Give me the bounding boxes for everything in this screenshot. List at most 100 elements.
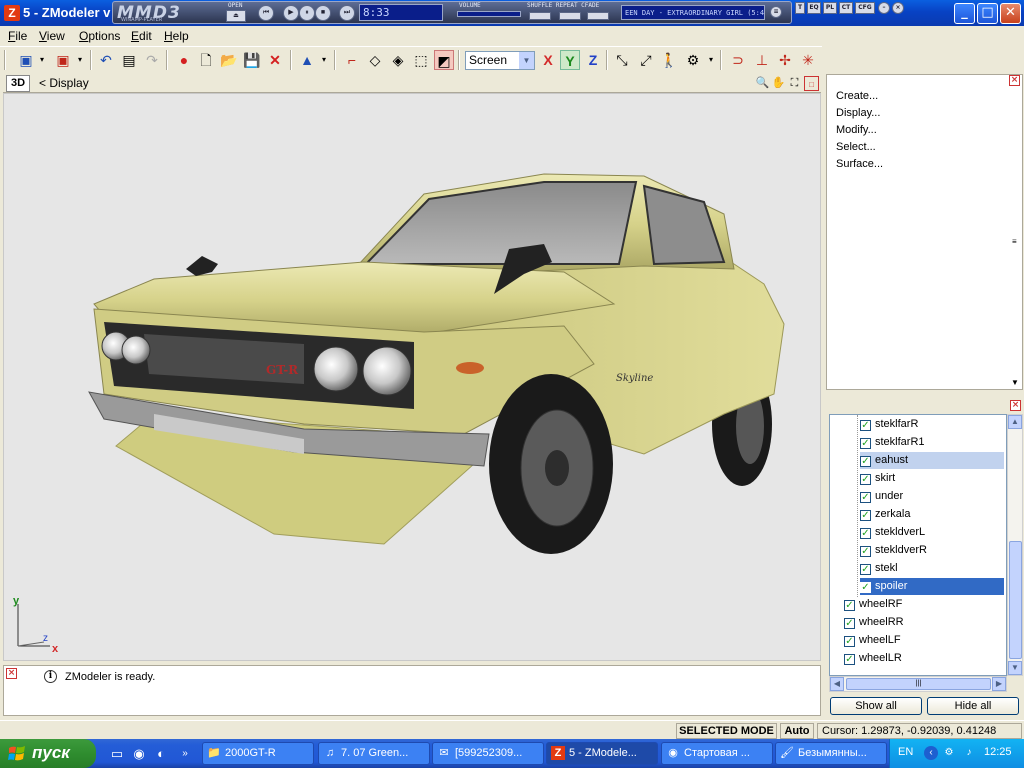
- maximize-button[interactable]: □: [977, 3, 998, 24]
- show-all-button[interactable]: Show all: [830, 697, 922, 715]
- tree-panel-close-icon[interactable]: ×: [1010, 400, 1021, 411]
- axis-x-button[interactable]: X: [538, 50, 558, 70]
- more-quicklaunch-icon[interactable]: »: [176, 745, 194, 763]
- delete-icon[interactable]: ✕: [265, 50, 285, 70]
- hide-all-button[interactable]: Hide all: [927, 697, 1019, 715]
- save-icon[interactable]: 💾: [242, 50, 262, 70]
- command-surface[interactable]: Surface...: [836, 158, 883, 170]
- winamp-next-icon[interactable]: ⏭: [339, 5, 355, 21]
- checkbox[interactable]: ✓: [844, 654, 855, 665]
- firefox-quicklaunch-icon[interactable]: ◉: [130, 745, 148, 763]
- winamp-mini-t[interactable]: T: [795, 2, 805, 14]
- menu-view[interactable]: View: [36, 28, 68, 44]
- record-icon[interactable]: ●: [174, 50, 194, 70]
- winamp-min-icon[interactable]: –: [878, 2, 890, 14]
- selection-mode-indicator[interactable]: SELECTED MODE: [676, 723, 777, 739]
- tree-item-steklfarR[interactable]: ✓ steklfarR: [860, 416, 1004, 433]
- solid-cube-icon[interactable]: ◩: [434, 50, 454, 70]
- checkbox[interactable]: ✓: [860, 420, 871, 431]
- volume-icon[interactable]: ♪: [962, 746, 976, 760]
- winamp-play-icon[interactable]: ▶: [283, 5, 299, 21]
- object-tree[interactable]: ✓ steklfarR ✓ steklfarR1 ✓ eahust ✓ skirt ✓ u…: [829, 414, 1007, 676]
- checkbox[interactable]: ✓: [860, 564, 871, 575]
- winamp-mini-pl[interactable]: PL: [823, 2, 837, 14]
- network-icon[interactable]: ⚙: [942, 746, 956, 760]
- wire-cube-icon[interactable]: ⬚: [411, 50, 431, 70]
- scroll-thumb[interactable]: |||: [846, 678, 991, 690]
- vertex-select-icon[interactable]: ⌐: [342, 50, 362, 70]
- checkbox[interactable]: ✓: [860, 474, 871, 485]
- select-tool-icon[interactable]: ⤡: [612, 50, 632, 70]
- log-close-icon[interactable]: ×: [6, 668, 17, 679]
- task-2000gtr[interactable]: 📁 2000GT-R: [202, 742, 314, 765]
- command-modify[interactable]: Modify...: [836, 124, 877, 136]
- task-green-day[interactable]: ♫ 7. 07 Green...: [318, 742, 430, 765]
- checkbox[interactable]: ✓: [860, 438, 871, 449]
- open-folder-icon[interactable]: 📂: [219, 50, 239, 70]
- menu-help[interactable]: Help: [161, 28, 192, 44]
- winamp-volume-slider[interactable]: [457, 11, 521, 17]
- winamp-eject-button[interactable]: ⏏: [226, 10, 246, 22]
- checkbox[interactable]: ✓: [860, 528, 871, 539]
- language-indicator[interactable]: EN: [898, 746, 913, 758]
- checkbox[interactable]: ✓: [844, 618, 855, 629]
- winamp-player[interactable]: MMD3 WINAMP-PLAYER OPEN ⏏ ⏮ ▶ ⏸ ■ ⏭ 8:33…: [112, 1, 792, 24]
- axis-y-button[interactable]: Y: [560, 50, 580, 70]
- export-dropdown-icon[interactable]: ▾: [70, 50, 90, 70]
- import-dropdown-icon[interactable]: ▾: [32, 50, 52, 70]
- checkbox[interactable]: ✓: [860, 510, 871, 521]
- checkbox[interactable]: ✓: [860, 456, 871, 467]
- winamp-stop-icon[interactable]: ■: [315, 5, 331, 21]
- tree-item-stekldverR[interactable]: ✓ stekldverR: [860, 542, 1004, 559]
- axis-rotate-icon[interactable]: ✢: [775, 50, 795, 70]
- tree-item-zerkala[interactable]: ✓ zerkala: [860, 506, 1004, 523]
- close-button[interactable]: ✕: [1000, 3, 1021, 24]
- scroll-right-icon[interactable]: ▶: [992, 677, 1006, 691]
- task-firefox[interactable]: ◉ Стартовая ...: [661, 742, 773, 765]
- walk-tool-icon[interactable]: 🚶: [659, 50, 679, 70]
- show-desktop-icon[interactable]: ▭: [108, 745, 126, 763]
- winamp-shuffle-button[interactable]: [529, 12, 551, 20]
- viewport-display-menu[interactable]: < Display: [39, 76, 89, 90]
- checkbox[interactable]: ✓: [844, 600, 855, 611]
- menu-file[interactable]: File: [5, 28, 30, 44]
- checkbox[interactable]: ✓: [860, 546, 871, 557]
- scroll-down-icon[interactable]: ▼: [1011, 378, 1019, 387]
- tree-item-wheelLR[interactable]: ✓ wheelLR: [844, 650, 1004, 667]
- media-quicklaunch-icon[interactable]: ◐: [152, 745, 170, 763]
- axis-move-icon[interactable]: ⊥: [752, 50, 772, 70]
- tree-item-under[interactable]: ✓ under: [860, 488, 1004, 505]
- winamp-mini-eq[interactable]: EQ: [807, 2, 821, 14]
- command-create[interactable]: Create...: [836, 90, 878, 102]
- zoom-extents-icon[interactable]: ⛶: [787, 76, 802, 91]
- tray-back-icon[interactable]: ‹: [924, 746, 938, 760]
- new-file-icon[interactable]: 🗋: [196, 50, 216, 70]
- command-display[interactable]: Display...: [836, 107, 880, 119]
- command-select[interactable]: Select...: [836, 141, 876, 153]
- chevron-down-icon[interactable]: ▼: [519, 52, 534, 69]
- tree-item-stekl[interactable]: ✓ stekl: [860, 560, 1004, 577]
- task-chat[interactable]: ✉ [599252309...: [432, 742, 544, 765]
- primitive-dropdown-icon[interactable]: ▾: [314, 50, 334, 70]
- start-button[interactable]: пуск: [0, 739, 96, 768]
- magnet-icon[interactable]: ⊃: [728, 50, 748, 70]
- tree-item-wheelRF[interactable]: ✓ wheelRF: [844, 596, 1004, 613]
- minimize-button[interactable]: _: [954, 3, 975, 24]
- tree-item-skirt[interactable]: ✓ skirt: [860, 470, 1004, 487]
- view-mode-select[interactable]: Screen ▼: [465, 51, 535, 70]
- 3d-viewport[interactable]: GT-R Skyline y z x: [3, 93, 821, 661]
- scroll-thumb[interactable]: [1009, 541, 1022, 659]
- tree-item-wheelLF[interactable]: ✓ wheelLF: [844, 632, 1004, 649]
- redo-icon[interactable]: ↷: [142, 50, 162, 70]
- checkbox[interactable]: ✓: [860, 582, 871, 593]
- scroll-left-icon[interactable]: ◀: [830, 677, 844, 691]
- command-panel-close-icon[interactable]: ×: [1009, 75, 1020, 86]
- helper-tool-icon[interactable]: ⚙: [683, 50, 703, 70]
- menu-options[interactable]: Options: [76, 28, 123, 44]
- scroll-up-icon[interactable]: ▲: [1008, 415, 1022, 429]
- axis-z-button[interactable]: Z: [583, 50, 603, 70]
- winamp-mini-cfg[interactable]: CFG: [855, 2, 875, 14]
- tree-item-spoiler[interactable]: ✓ spoiler: [860, 578, 1004, 595]
- helper-dropdown-icon[interactable]: ▾: [701, 50, 721, 70]
- winamp-mini-ct[interactable]: CT: [839, 2, 853, 14]
